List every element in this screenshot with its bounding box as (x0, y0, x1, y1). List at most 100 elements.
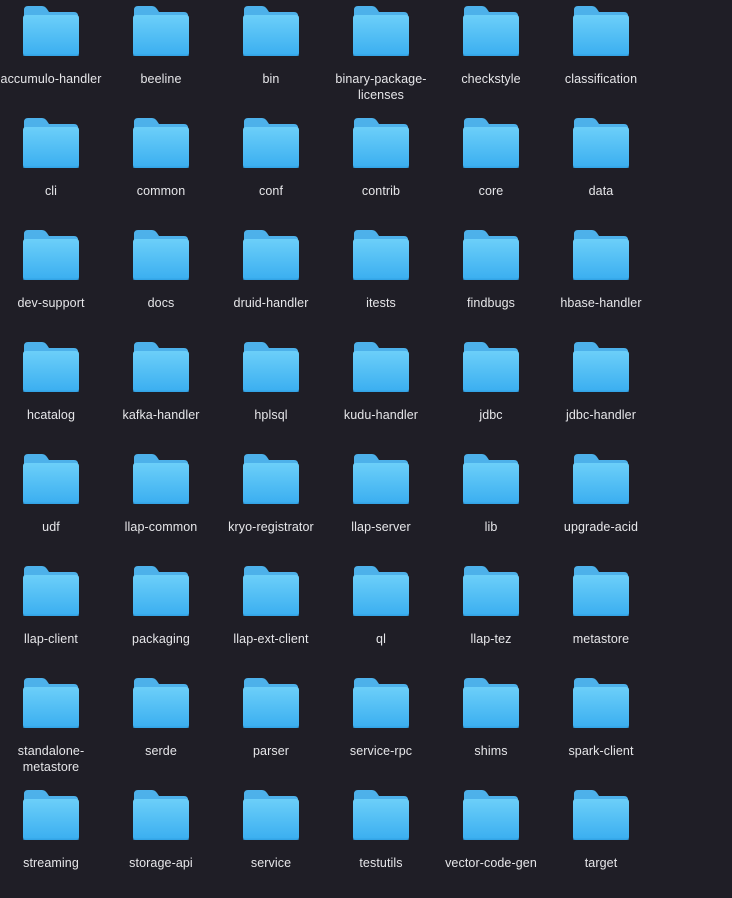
folder-label: lib (484, 520, 498, 534)
folder-icon (461, 4, 521, 60)
folder-label: kudu-handler (343, 408, 419, 422)
folder-item[interactable]: kryo-registrator (218, 452, 324, 562)
folder-icon (241, 116, 301, 172)
folder-item[interactable]: core (438, 116, 544, 226)
folder-item[interactable]: bin (218, 4, 324, 114)
folder-item[interactable]: spark-client (548, 676, 654, 786)
folder-item[interactable]: packaging (108, 564, 214, 674)
folder-label: serde (145, 744, 177, 758)
folder-icon (461, 452, 521, 508)
folder-icon (351, 228, 411, 284)
folder-label: upgrade-acid (563, 520, 639, 534)
folder-icon (241, 564, 301, 620)
folder-item[interactable]: jdbc-handler (548, 340, 654, 450)
folder-label: standalone-metastore (17, 744, 85, 774)
folder-item[interactable]: accumulo-handler (0, 4, 104, 114)
folder-item[interactable]: target (548, 788, 654, 898)
folder-label: contrib (361, 184, 401, 198)
folder-icon (241, 228, 301, 284)
folder-icon (131, 564, 191, 620)
folder-item[interactable]: cli (0, 116, 104, 226)
folder-item[interactable]: standalone-metastore (0, 676, 104, 786)
folder-label: target (584, 856, 618, 870)
folder-item[interactable]: vector-code-gen (438, 788, 544, 898)
folder-item[interactable]: service-rpc (328, 676, 434, 786)
folder-item[interactable]: parser (218, 676, 324, 786)
folder-item[interactable]: llap-common (108, 452, 214, 562)
folder-label: metastore (572, 632, 630, 646)
folder-icon (461, 116, 521, 172)
folder-item[interactable]: data (548, 116, 654, 226)
folder-icon (571, 4, 631, 60)
folder-item[interactable]: hcatalog (0, 340, 104, 450)
folder-item[interactable]: llap-tez (438, 564, 544, 674)
folder-icon (21, 228, 81, 284)
folder-label: findbugs (466, 296, 516, 310)
folder-item[interactable]: metastore (548, 564, 654, 674)
folder-label: spark-client (568, 744, 634, 758)
folder-item[interactable]: findbugs (438, 228, 544, 338)
folder-label: shims (474, 744, 508, 758)
folder-label: service (250, 856, 292, 870)
folder-item[interactable]: lib (438, 452, 544, 562)
folder-item[interactable]: docs (108, 228, 214, 338)
folder-label: checkstyle (461, 72, 521, 86)
folder-item[interactable]: udf (0, 452, 104, 562)
folder-grid: accumulo-handler beeline bin binary-package… (0, 0, 732, 870)
folder-label: cli (44, 184, 58, 198)
folder-item[interactable]: itests (328, 228, 434, 338)
folder-label: docs (147, 296, 175, 310)
folder-icon (241, 452, 301, 508)
folder-item[interactable]: serde (108, 676, 214, 786)
folder-item[interactable]: llap-server (328, 452, 434, 562)
folder-item[interactable]: common (108, 116, 214, 226)
folder-label: packaging (132, 632, 190, 646)
folder-icon (21, 676, 81, 732)
folder-label: hplsql (254, 408, 288, 422)
folder-item[interactable]: upgrade-acid (548, 452, 654, 562)
folder-label: streaming (23, 856, 79, 870)
folder-item[interactable]: beeline (108, 4, 214, 114)
folder-icon (241, 788, 301, 844)
folder-label: common (136, 184, 186, 198)
folder-item[interactable]: testutils (328, 788, 434, 898)
folder-item[interactable]: dev-support (0, 228, 104, 338)
folder-item[interactable]: kudu-handler (328, 340, 434, 450)
folder-item[interactable]: hplsql (218, 340, 324, 450)
folder-item[interactable]: contrib (328, 116, 434, 226)
folder-item[interactable]: checkstyle (438, 4, 544, 114)
folder-item[interactable]: binary-package-licenses (328, 4, 434, 114)
folder-item[interactable]: storage-api (108, 788, 214, 898)
folder-icon (241, 340, 301, 396)
folder-label: hcatalog (26, 408, 76, 422)
folder-item[interactable]: streaming (0, 788, 104, 898)
folder-label: llap-client (24, 632, 78, 646)
folder-item[interactable]: llap-ext-client (218, 564, 324, 674)
folder-icon (571, 452, 631, 508)
folder-item[interactable]: ql (328, 564, 434, 674)
folder-item[interactable]: service (218, 788, 324, 898)
folder-label: testutils (359, 856, 403, 870)
folder-item[interactable]: llap-client (0, 564, 104, 674)
folder-item[interactable]: hbase-handler (548, 228, 654, 338)
folder-label: binary-package-licenses (335, 72, 427, 102)
folder-icon (351, 116, 411, 172)
folder-item[interactable]: jdbc (438, 340, 544, 450)
folder-icon (351, 4, 411, 60)
folder-label: beeline (140, 72, 182, 86)
folder-item[interactable]: conf (218, 116, 324, 226)
folder-icon (21, 340, 81, 396)
folder-icon (351, 564, 411, 620)
folder-label: llap-ext-client (233, 632, 309, 646)
folder-label: jdbc (479, 408, 503, 422)
folder-item[interactable]: kafka-handler (108, 340, 214, 450)
folder-item[interactable]: druid-handler (218, 228, 324, 338)
folder-label: hbase-handler (560, 296, 642, 310)
folder-icon (351, 340, 411, 396)
folder-icon (571, 676, 631, 732)
folder-icon (461, 340, 521, 396)
folder-item[interactable]: shims (438, 676, 544, 786)
folder-icon (21, 116, 81, 172)
folder-item[interactable]: classification (548, 4, 654, 114)
folder-icon (21, 564, 81, 620)
